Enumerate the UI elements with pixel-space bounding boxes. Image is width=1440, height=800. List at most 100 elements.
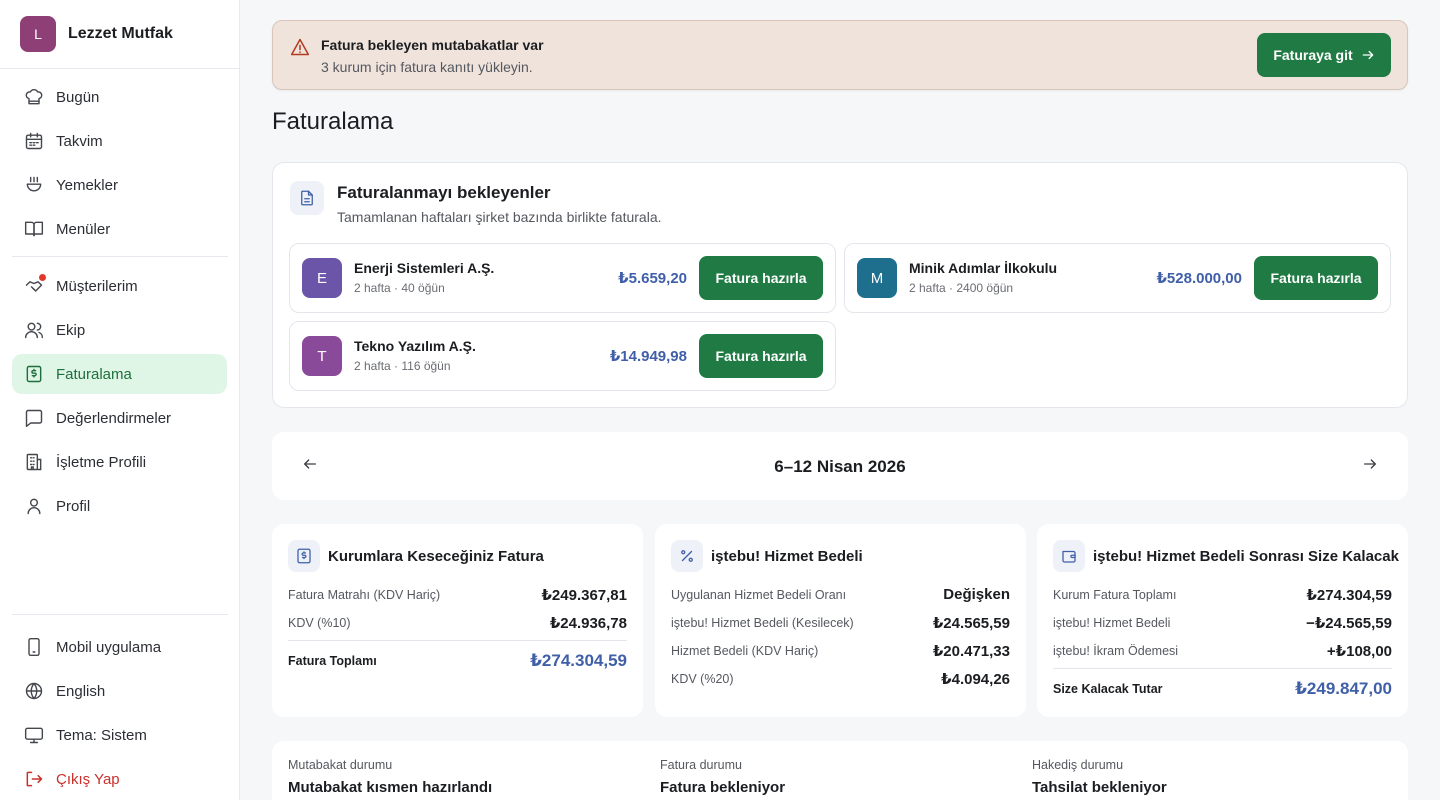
institution-amount: ₺5.659,20 — [618, 270, 687, 287]
sidebar-item-label: Faturalama — [56, 365, 132, 383]
row-label: iştebu! İkram Ödemesi — [1053, 644, 1179, 658]
summary-row: iştebu! Hizmet Bedeli (Kesilecek) ₺24.565… — [671, 614, 1010, 632]
row-value: −₺24.565,59 — [1306, 615, 1392, 632]
alert-subtitle: 3 kurum için fatura kanıtı yükleyin. — [321, 59, 533, 75]
sidebar-item-customers[interactable]: Müşterilerim — [12, 266, 227, 306]
pending-invoices-card: Faturalanmayı bekleyenler Tamamlanan haf… — [272, 162, 1408, 408]
sidebar-item-label: Menüler — [56, 220, 111, 238]
summary-total-row: Size Kalacak Tutar ₺249.847,00 — [1053, 679, 1392, 699]
sidebar-item-team[interactable]: Ekip — [12, 310, 227, 350]
row-label: Fatura Matrahı (KDV Hariç) — [288, 588, 441, 602]
brand-avatar: L — [20, 16, 56, 52]
institution-card: T Tekno Yazılım A.Ş. 2 hafta · 116 öğün … — [289, 321, 836, 391]
summary-row: KDV (%10) ₺24.936,78 — [288, 614, 627, 632]
sidebar-item-calendar[interactable]: Takvim — [12, 121, 227, 161]
go-to-invoice-button[interactable]: Faturaya git — [1257, 33, 1391, 77]
globe-icon — [24, 681, 44, 701]
total-value: ₺249.847,00 — [1295, 679, 1392, 698]
institution-name: Tekno Yazılım A.Ş. — [354, 338, 476, 354]
sidebar-item-logout[interactable]: Çıkış Yap — [12, 759, 227, 799]
summary-row: Fatura Matrahı (KDV Hariç) ₺249.367,81 — [288, 586, 627, 604]
sidebar-item-menus[interactable]: Menüler — [12, 209, 227, 249]
row-value: ₺24.565,59 — [932, 615, 1010, 632]
institution-meta: 2 hafta · 40 öğün — [354, 281, 445, 295]
row-label: Hizmet Bedeli (KDV Hariç) — [671, 644, 819, 658]
user-icon — [24, 496, 44, 516]
prepare-invoice-button[interactable]: Fatura hazırla — [699, 256, 823, 300]
service-fee-card: iştebu! Hizmet Bedeli Uygulanan Hizmet B… — [655, 524, 1026, 717]
institution-meta: 2 hafta · 116 öğün — [354, 359, 451, 373]
summary-row: iştebu! Hizmet Bedeli −₺24.565,59 — [1053, 614, 1392, 632]
message-square-icon — [24, 408, 44, 428]
percent-icon — [671, 540, 703, 572]
arrow-right-icon — [1362, 50, 1373, 60]
monitor-icon — [24, 725, 44, 745]
row-value: +₺108,00 — [1326, 643, 1392, 660]
institution-avatar: M — [857, 258, 897, 298]
institution-amount: ₺528.000,00 — [1156, 270, 1242, 287]
row-value: ₺4.094,26 — [941, 671, 1010, 688]
row-label: KDV (%10) — [288, 616, 351, 630]
sidebar-item-label: Profil — [56, 497, 91, 515]
sidebar-item-business-profile[interactable]: İşletme Profili — [12, 442, 227, 482]
divider — [288, 640, 627, 641]
total-value: ₺274.304,59 — [530, 651, 627, 670]
sidebar-item-label: Ekip — [56, 321, 86, 339]
remaining-amount-card: iştebu! Hizmet Bedeli Sonrası Size Kalac… — [1037, 524, 1408, 717]
sidebar-item-label: English — [56, 682, 106, 700]
arrow-right-icon[interactable] — [1362, 456, 1382, 476]
week-selector: 6–12 Nisan 2026 — [272, 432, 1408, 500]
sidebar-item-label: Çıkış Yap — [56, 770, 120, 788]
receipt-icon — [288, 540, 320, 572]
calendar-icon — [24, 131, 44, 151]
summary-row: KDV (%20) ₺4.094,26 — [671, 670, 1010, 688]
row-label: KDV (%20) — [671, 672, 734, 686]
sidebar-item-reviews[interactable]: Değerlendirmeler — [12, 398, 227, 438]
prepare-invoice-button[interactable]: Fatura hazırla — [699, 334, 823, 378]
row-value: ₺20.471,33 — [932, 643, 1010, 660]
card-title: iştebu! Hizmet Bedeli Sonrası Size Kalac… — [1093, 548, 1399, 565]
sidebar-item-label: Tema: Sistem — [56, 726, 147, 744]
sidebar-item-label: Değerlendirmeler — [56, 409, 172, 427]
users-icon — [24, 320, 44, 340]
smartphone-icon — [24, 637, 44, 657]
sidebar-item-theme[interactable]: Tema: Sistem — [12, 715, 227, 755]
row-value: Değişken — [943, 586, 1010, 603]
row-value: ₺249.367,81 — [541, 587, 627, 604]
sidebar-item-mobile-app[interactable]: Mobil uygulama — [12, 627, 227, 667]
institution-name: Minik Adımlar İlkokulu — [909, 260, 1058, 276]
row-value: ₺274.304,59 — [1306, 587, 1392, 604]
summary-row: Kurum Fatura Toplamı ₺274.304,59 — [1053, 586, 1392, 604]
sidebar-item-today[interactable]: Bugün — [12, 77, 227, 117]
invoice-status-label: Fatura durumu — [660, 758, 742, 772]
handshake-icon — [24, 274, 46, 296]
pending-subtitle: Tamamlanan haftaları şirket bazında birl… — [337, 209, 662, 225]
prepare-invoice-button[interactable]: Fatura hazırla — [1254, 256, 1378, 300]
row-label: Uygulanan Hizmet Bedeli Oranı — [671, 587, 847, 602]
institution-amount: ₺14.949,98 — [609, 348, 687, 365]
institution-avatar: T — [302, 336, 342, 376]
brand-name: Lezzet Mutfak — [68, 25, 173, 42]
sidebar-item-profile[interactable]: Profil — [12, 486, 227, 526]
row-label: Kurum Fatura Toplamı — [1053, 588, 1177, 602]
sidebar-divider — [12, 256, 228, 257]
alert-title: Fatura bekleyen mutabakatlar var — [321, 37, 544, 53]
sidebar-item-billing[interactable]: Faturalama — [12, 354, 227, 394]
brand-header[interactable]: L Lezzet Mutfak — [0, 0, 239, 69]
sidebar-item-label: Mobil uygulama — [56, 638, 162, 656]
institution-card: M Minik Adımlar İlkokulu 2 hafta · 2400 … — [844, 243, 1391, 313]
week-label: 6–12 Nisan 2026 — [774, 457, 906, 476]
sidebar-item-meals[interactable]: Yemekler — [12, 165, 227, 205]
card-title: iştebu! Hizmet Bedeli — [711, 548, 863, 565]
sidebar-item-language[interactable]: English — [12, 671, 227, 711]
row-value: ₺24.936,78 — [549, 615, 627, 632]
summary-total-row: Fatura Toplamı ₺274.304,59 — [288, 651, 627, 671]
row-label: iştebu! Hizmet Bedeli — [1053, 616, 1171, 630]
summary-row: Uygulanan Hizmet Bedeli Oranı Değişken — [671, 586, 1010, 603]
invoice-summary-card: Kurumlara Keseceğiniz Fatura Fatura Matr… — [272, 524, 643, 717]
total-label: Size Kalacak Tutar — [1053, 682, 1163, 696]
file-text-icon — [290, 181, 324, 215]
sidebar: L Lezzet Mutfak Bugün Takvim Yemekler Me… — [0, 0, 240, 800]
sidebar-item-label: İşletme Profili — [56, 453, 147, 471]
sidebar-divider — [12, 614, 228, 615]
